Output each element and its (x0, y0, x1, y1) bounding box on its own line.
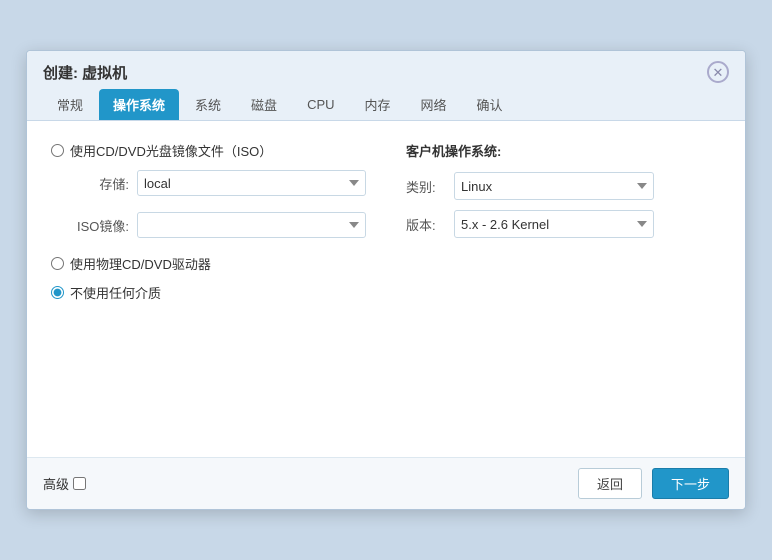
storage-row: 存储: local (73, 170, 366, 196)
option-none[interactable]: 不使用任何介质 (51, 283, 366, 302)
close-button[interactable]: ✕ (707, 61, 729, 83)
storage-label: 存储: (73, 174, 129, 193)
create-vm-dialog: 创建: 虚拟机 ✕ 常规 操作系统 系统 磁盘 CPU 内存 网络 确认 使用C… (26, 50, 746, 510)
iso-label: ISO镜像: (73, 216, 129, 235)
tab-disk[interactable]: 磁盘 (237, 89, 291, 120)
version-label: 版本: (406, 215, 446, 234)
radio-none[interactable] (51, 286, 64, 299)
title-row: 创建: 虚拟机 ✕ (43, 61, 729, 83)
back-button[interactable]: 返回 (578, 468, 642, 499)
tab-cpu[interactable]: CPU (293, 89, 348, 120)
radio-iso[interactable] (51, 144, 64, 157)
version-row: 版本: 5.x - 2.6 Kernel 4.x - 2.6 Kernel 6.… (406, 210, 721, 238)
dialog-body: 使用CD/DVD光盘镜像文件（ISO） 存储: local ISO镜像: (27, 121, 745, 457)
guest-os-title: 客户机操作系统: (406, 141, 721, 160)
left-panel: 使用CD/DVD光盘镜像文件（ISO） 存储: local ISO镜像: (51, 141, 366, 302)
tab-os[interactable]: 操作系统 (99, 89, 179, 120)
type-row: 类别: Linux Windows Other (406, 172, 721, 200)
iso-row: ISO镜像: (73, 212, 366, 238)
type-select[interactable]: Linux Windows Other (454, 172, 654, 200)
type-label: 类别: (406, 177, 446, 196)
dialog-title: 创建: 虚拟机 (43, 62, 127, 83)
right-panel: 客户机操作系统: 类别: Linux Windows Other 版本: 5.x… (406, 141, 721, 302)
next-button[interactable]: 下一步 (652, 468, 729, 499)
dialog-header: 创建: 虚拟机 ✕ 常规 操作系统 系统 磁盘 CPU 内存 网络 确认 (27, 51, 745, 121)
option-iso[interactable]: 使用CD/DVD光盘镜像文件（ISO） (51, 141, 366, 160)
tab-network[interactable]: 网络 (407, 89, 461, 120)
dialog-footer: 高级 返回 下一步 (27, 457, 745, 509)
advanced-checkbox[interactable] (73, 477, 86, 490)
tab-memory[interactable]: 内存 (351, 89, 405, 120)
storage-select[interactable]: local (137, 170, 366, 196)
advanced-label: 高级 (43, 474, 69, 493)
iso-select[interactable] (137, 212, 366, 238)
option-physical[interactable]: 使用物理CD/DVD驱动器 (51, 254, 366, 273)
option-physical-label: 使用物理CD/DVD驱动器 (70, 254, 211, 273)
tab-system[interactable]: 系统 (181, 89, 235, 120)
body-content: 使用CD/DVD光盘镜像文件（ISO） 存储: local ISO镜像: (51, 141, 721, 302)
tab-confirm[interactable]: 确认 (463, 89, 517, 120)
option-none-label: 不使用任何介质 (70, 283, 161, 302)
radio-physical[interactable] (51, 257, 64, 270)
version-select[interactable]: 5.x - 2.6 Kernel 4.x - 2.6 Kernel 6.x - … (454, 210, 654, 238)
tab-general[interactable]: 常规 (43, 89, 97, 120)
tab-bar: 常规 操作系统 系统 磁盘 CPU 内存 网络 确认 (43, 89, 729, 120)
footer-advanced: 高级 (43, 474, 86, 493)
option-iso-label: 使用CD/DVD光盘镜像文件（ISO） (70, 141, 272, 160)
